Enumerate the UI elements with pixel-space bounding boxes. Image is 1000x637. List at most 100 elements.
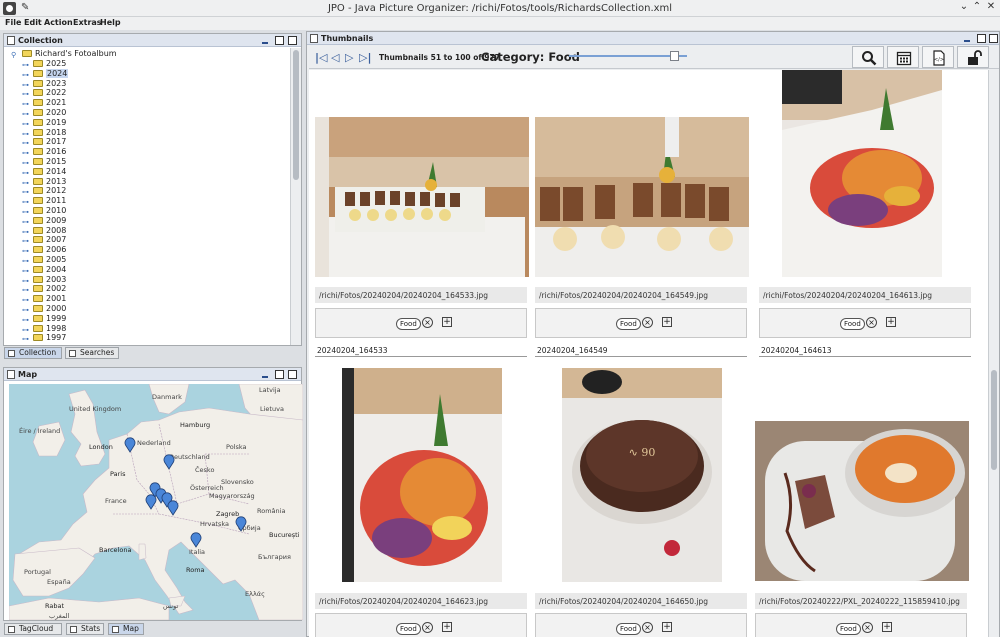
category-chip[interactable]: Food <box>836 623 861 635</box>
tree-expand-icon[interactable]: ⊶ <box>22 179 29 187</box>
tree-year-2012[interactable]: ⊶ 2012 <box>11 186 291 196</box>
prev-icon[interactable]: ◁ <box>331 51 339 64</box>
slider-knob[interactable] <box>670 51 679 61</box>
tree-year-2010[interactable]: ⊶ 2010 <box>11 206 291 216</box>
tree-year-2013[interactable]: ⊶ 2013 <box>11 177 291 187</box>
thumbnail-image[interactable] <box>342 368 502 582</box>
tab-stats[interactable]: Stats <box>66 623 104 635</box>
remove-category-icon[interactable]: × <box>642 317 653 328</box>
add-category-icon[interactable]: + <box>886 317 896 327</box>
tree-expand-icon[interactable]: ⊶ <box>22 237 29 245</box>
tree-expand-icon[interactable]: ⊶ <box>22 306 29 314</box>
tree-year-2024[interactable]: ⊶ 2024 <box>11 68 291 79</box>
float-panel-icon[interactable] <box>275 370 284 379</box>
tree-year-1999[interactable]: ⊶ 1999 <box>11 314 291 324</box>
tree-year-2016[interactable]: ⊶ 2016 <box>11 147 291 157</box>
tree-expand-icon[interactable]: ⊶ <box>22 316 29 324</box>
tree-year-2006[interactable]: ⊶ 2006 <box>11 245 291 255</box>
tree-expand-icon[interactable]: ⊶ <box>22 188 29 196</box>
category-chip[interactable]: Food <box>396 318 421 330</box>
category-chip[interactable]: Food <box>616 623 641 635</box>
tree-year-2000[interactable]: ⊶ 2000 <box>11 304 291 314</box>
tree-expand-icon[interactable]: ⊶ <box>22 267 29 275</box>
scrollbar-thumb[interactable] <box>293 50 299 180</box>
minimize-panel-icon[interactable] <box>261 37 269 45</box>
tree-expand-icon[interactable]: ⊶ <box>22 218 29 226</box>
tree-year-2002[interactable]: ⊶ 2002 <box>11 284 291 294</box>
scrollbar-thumb[interactable] <box>991 370 997 470</box>
category-chip[interactable]: Food <box>840 318 865 330</box>
tree-expand-icon[interactable]: ⊶ <box>22 149 29 157</box>
tree-year-2005[interactable]: ⊶ 2005 <box>11 255 291 265</box>
collection-scrollbar[interactable] <box>290 48 301 345</box>
minimize-icon[interactable]: ⌄ <box>957 1 971 12</box>
tree-expand-icon[interactable]: ⊶ <box>22 286 29 294</box>
menu-edit[interactable]: Edit <box>24 18 42 27</box>
tab-collection[interactable]: Collection <box>4 347 62 359</box>
maximize-panel-icon[interactable] <box>288 370 297 379</box>
tree-expand-icon[interactable]: ⊶ <box>22 120 29 128</box>
thumbnail-image[interactable] <box>315 117 529 277</box>
map-pin-marker[interactable] <box>163 454 175 470</box>
unlock-button[interactable] <box>957 46 989 68</box>
first-icon[interactable]: |◁ <box>315 51 327 64</box>
tree-expand-icon[interactable]: ⊶ <box>22 198 29 206</box>
float-panel-icon[interactable] <box>977 34 986 43</box>
tab-map[interactable]: Map <box>108 623 144 635</box>
tree-expand-icon[interactable]: ⊶ <box>22 208 29 216</box>
tree-expand-icon[interactable]: ⊶ <box>22 81 29 89</box>
minimize-panel-icon[interactable] <box>261 371 269 379</box>
map-pin-marker[interactable] <box>145 494 157 510</box>
tab-tagcloud[interactable]: TagCloud <box>4 623 62 635</box>
add-category-icon[interactable]: + <box>442 622 452 632</box>
tree-expand-icon[interactable]: ⊶ <box>22 71 29 79</box>
tree-year-2007[interactable]: ⊶ 2007 <box>11 235 291 245</box>
calendar-button[interactable] <box>887 46 919 68</box>
last-icon[interactable]: ▷| <box>359 51 371 64</box>
tree-expand-icon[interactable]: ⊶ <box>22 228 29 236</box>
remove-category-icon[interactable]: × <box>862 622 873 633</box>
category-chip[interactable]: Food <box>616 318 641 330</box>
tree-year-2001[interactable]: ⊶ 2001 <box>11 294 291 304</box>
tree-year-2022[interactable]: ⊶ 2022 <box>11 88 291 98</box>
add-category-icon[interactable]: + <box>662 317 672 327</box>
category-chip[interactable]: Food <box>396 623 421 635</box>
search-button[interactable] <box>852 46 884 68</box>
xml-file-button[interactable]: </> <box>922 46 954 68</box>
tree-expand-icon[interactable]: ⊶ <box>22 326 29 334</box>
add-category-icon[interactable]: + <box>882 622 892 632</box>
menu-file[interactable]: File <box>5 18 21 27</box>
tree-year-2015[interactable]: ⊶ 2015 <box>11 157 291 167</box>
thumbnail-size-slider[interactable] <box>569 51 687 61</box>
tree-expand-icon[interactable]: ⊶ <box>22 169 29 177</box>
tree-year-2003[interactable]: ⊶ 2003 <box>11 275 291 285</box>
map-pin-marker[interactable] <box>167 500 179 516</box>
tree-expand-icon[interactable]: ⊶ <box>22 159 29 167</box>
thumbnail-name[interactable]: 20240204_164533 <box>315 343 527 357</box>
map-pin-marker[interactable] <box>235 516 247 532</box>
tree-expand-icon[interactable]: ⊶ <box>22 100 29 108</box>
maximize-panel-icon[interactable] <box>288 36 297 45</box>
thumbnail-image[interactable] <box>782 70 942 277</box>
tree-expand-icon[interactable]: ⊶ <box>22 335 29 343</box>
maximize-panel-icon[interactable] <box>989 34 998 43</box>
tree-expand-icon[interactable]: ⊶ <box>22 61 29 69</box>
tree-year-2025[interactable]: ⊶ 2025 <box>11 59 291 69</box>
thumbnail-image[interactable] <box>535 117 749 277</box>
tree-expand-icon[interactable]: ⊶ <box>22 110 29 118</box>
tree-expand-icon[interactable]: ⚲ <box>11 51 16 59</box>
thumbnails-scrollbar[interactable] <box>988 70 999 637</box>
thumbnail-name[interactable]: 20240204_164549 <box>535 343 747 357</box>
tree-year-2008[interactable]: ⊶ 2008 <box>11 226 291 236</box>
europe-map[interactable]: Latvija Danmark Lietuva United Kingdom É… <box>9 384 303 620</box>
tree-expand-icon[interactable]: ⊶ <box>22 90 29 98</box>
add-category-icon[interactable]: + <box>442 317 452 327</box>
remove-category-icon[interactable]: × <box>642 622 653 633</box>
tree-year-2004[interactable]: ⊶ 2004 <box>11 265 291 275</box>
tree-year-2019[interactable]: ⊶ 2019 <box>11 118 291 128</box>
close-icon[interactable]: ✕ <box>984 1 998 12</box>
menu-extras[interactable]: Extras <box>73 18 102 27</box>
tree-year-2014[interactable]: ⊶ 2014 <box>11 167 291 177</box>
tree-year-1997[interactable]: ⊶ 1997 <box>11 333 291 343</box>
tree-year-2018[interactable]: ⊶ 2018 <box>11 128 291 138</box>
